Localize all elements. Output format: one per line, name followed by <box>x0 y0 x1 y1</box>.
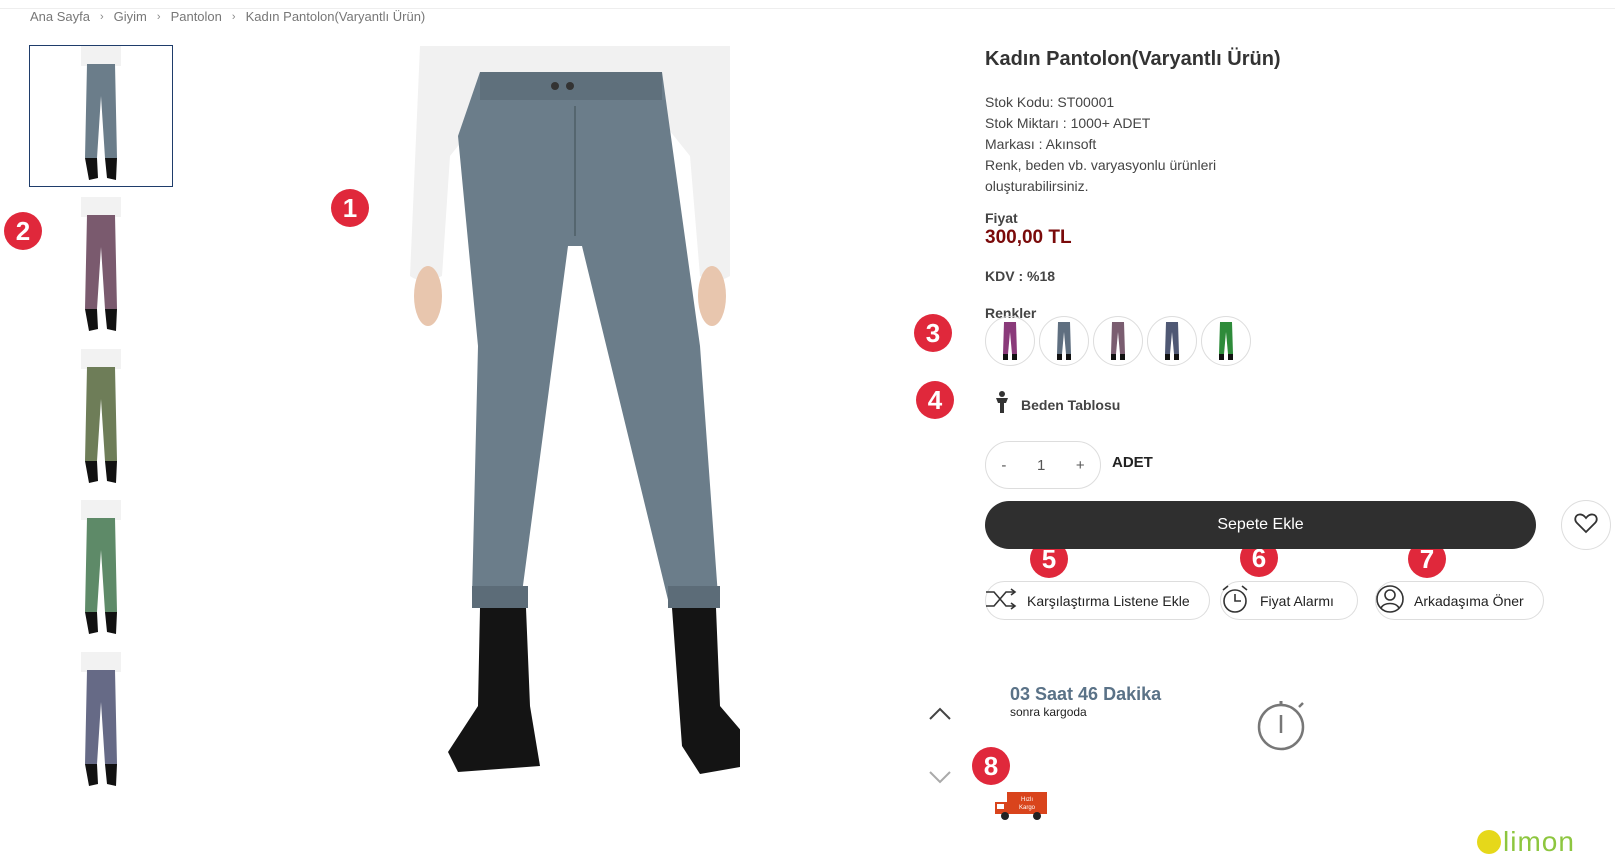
color-swatch-navy[interactable] <box>1147 316 1197 366</box>
pants-image <box>81 652 121 786</box>
color-swatch-green[interactable] <box>1201 316 1251 366</box>
size-table-link[interactable]: Beden Tablosu <box>993 391 1120 418</box>
favorite-button[interactable] <box>1561 500 1611 550</box>
stock-code: Stok Kodu: ST00001 <box>985 94 1115 110</box>
quantity-value[interactable]: 1 <box>1037 457 1045 474</box>
breadcrumb-home[interactable]: Ana Sayfa <box>30 9 90 24</box>
fast-shipping-line1: Hızlı <box>1021 797 1033 803</box>
quantity-unit: ADET <box>1112 454 1153 471</box>
fast-shipping-line2: Kargo <box>1019 805 1036 811</box>
chevron-right-icon: › <box>156 10 161 23</box>
quantity-plus-button[interactable]: + <box>1076 457 1085 474</box>
product-description: Renk, beden vb. varyasyonlu ürünleri olu… <box>985 157 1217 194</box>
annotation-badge-4: 4 <box>916 381 954 419</box>
breadcrumb-pantolon[interactable]: Pantolon <box>171 9 222 24</box>
size-table-label: Beden Tablosu <box>1021 396 1121 413</box>
tax-rate: KDV : %18 <box>985 268 1056 284</box>
stock-quantity: Stok Miktarı : 1000+ ADET <box>985 115 1151 131</box>
annotation-badge-8: 8 <box>972 747 1010 785</box>
color-swatch-purple[interactable] <box>985 316 1035 366</box>
annotation-badge-3: 3 <box>914 314 952 352</box>
shuffle-icon <box>984 586 1018 615</box>
stopwatch-icon <box>1255 697 1309 758</box>
quantity-stepper[interactable]: - 1 + <box>985 441 1101 489</box>
price-alarm-button[interactable]: Fiyat Alarmı <box>1220 581 1358 620</box>
chevron-right-icon: › <box>231 10 236 23</box>
chevron-up-icon[interactable] <box>928 707 952 726</box>
price-alarm-label: Fiyat Alarmı <box>1260 592 1334 609</box>
thumbnail-3[interactable] <box>30 349 172 489</box>
color-swatch-mauve[interactable] <box>1093 316 1143 366</box>
product-title: Kadın Pantolon(Varyantlı Ürün) <box>985 48 1281 70</box>
chevron-right-icon: › <box>100 10 104 23</box>
main-product-image[interactable] <box>400 46 768 806</box>
top-bar <box>0 0 1615 9</box>
shipping-subtext: sonra kargoda <box>1010 705 1087 719</box>
thumbnail-1[interactable] <box>29 45 173 187</box>
brand: Markası : Akınsoft <box>985 136 1097 152</box>
quantity-minus-button[interactable]: - <box>1001 457 1006 474</box>
add-to-cart-button[interactable]: Sepete Ekle <box>985 501 1536 549</box>
recommend-label: Arkadaşıma Öner <box>1414 592 1524 609</box>
alarm-clock-icon <box>1220 583 1250 618</box>
recommend-button[interactable]: Arkadaşıma Öner <box>1375 581 1544 620</box>
annotation-badge-1: 1 <box>331 189 369 227</box>
fast-shipping-truck-icon: Hızlı Kargo <box>993 788 1049 827</box>
compare-button[interactable]: Karşılaştırma Listene Ekle <box>985 581 1210 620</box>
thumbnail-2[interactable] <box>30 197 172 337</box>
heart-icon <box>1574 512 1598 539</box>
price-label: Fiyat <box>985 210 1018 226</box>
price-value: 300,00 TL <box>985 227 1072 248</box>
pants-image <box>81 197 121 331</box>
pants-image <box>81 500 121 634</box>
color-swatch-gray[interactable] <box>1039 316 1089 366</box>
breadcrumb-giyim[interactable]: Giyim <box>114 9 147 24</box>
lemon-icon <box>1477 830 1501 854</box>
product-info: Stok Kodu: ST00001 Stok Miktarı : 1000+ … <box>985 92 1245 197</box>
pants-image <box>81 46 121 180</box>
thumbnail-4[interactable] <box>30 500 172 640</box>
breadcrumb: Ana Sayfa › Giyim › Pantolon › Kadın Pan… <box>30 9 425 24</box>
logo-text: limon <box>1503 826 1575 857</box>
logo: limon <box>1477 826 1575 858</box>
shipping-countdown: 03 Saat 46 Dakika <box>1010 684 1162 704</box>
thumbnail-5[interactable] <box>30 652 172 792</box>
user-icon <box>1375 583 1405 618</box>
pants-image <box>81 349 121 483</box>
breadcrumb-current: Kadın Pantolon(Varyantlı Ürün) <box>245 9 426 24</box>
person-icon <box>993 391 1011 418</box>
annotation-badge-2: 2 <box>4 212 42 250</box>
compare-label: Karşılaştırma Listene Ekle <box>1027 592 1190 609</box>
chevron-down-icon[interactable] <box>928 770 952 789</box>
